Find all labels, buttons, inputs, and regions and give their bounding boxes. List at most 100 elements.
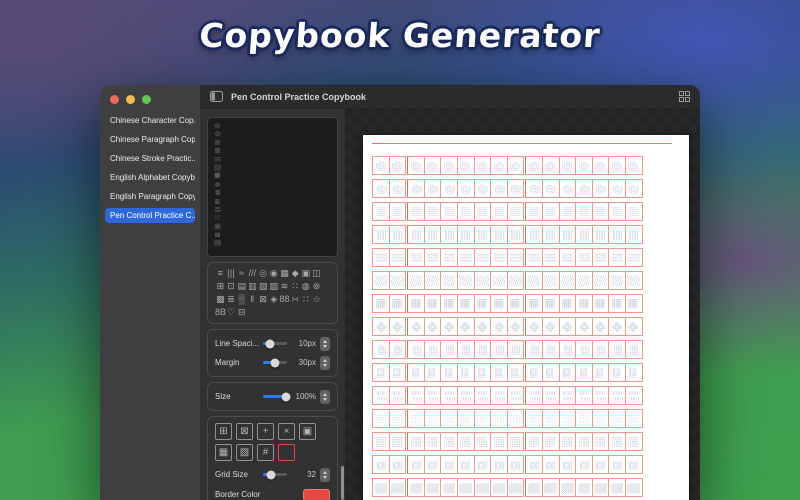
practice-cell — [541, 317, 560, 336]
pattern-palette-item[interactable]: ▦ — [279, 267, 290, 280]
pattern-palette-item[interactable]: ▩ — [215, 293, 226, 306]
pattern-palette-item[interactable]: ▣ — [301, 267, 312, 280]
pattern-palette-item[interactable]: ≋ — [279, 280, 290, 293]
pattern-palette-item[interactable]: ♡ — [226, 306, 237, 319]
hui-grid-option[interactable]: ▣ — [299, 423, 316, 440]
practice-cell — [558, 478, 577, 497]
line-spacing-stepper[interactable] — [320, 336, 330, 351]
practice-cell — [473, 478, 492, 497]
nine-grid-option[interactable]: ▦ — [215, 444, 232, 461]
panel-scrollbar[interactable] — [341, 466, 344, 500]
sidebar-item[interactable]: English Alphabet Copyb... — [105, 170, 195, 185]
pattern-palette-item[interactable]: ⊡ — [226, 280, 237, 293]
pattern-grid-icon[interactable] — [677, 91, 691, 103]
cross-grid-option[interactable]: + — [257, 423, 274, 440]
practice-cell — [423, 363, 442, 382]
practice-cell — [506, 156, 525, 175]
practice-cell — [541, 248, 560, 267]
sidebar-item[interactable]: English Paragraph Copy... — [105, 189, 195, 204]
practice-cell — [440, 317, 458, 336]
sidebar-item[interactable]: Pen Control Practice C... — [105, 208, 195, 223]
pattern-palette-item[interactable]: ◉ — [268, 267, 279, 280]
sidebar-toggle-icon[interactable] — [209, 91, 223, 103]
grid-size-stepper[interactable] — [320, 467, 330, 482]
border-color-swatch[interactable] — [303, 488, 330, 500]
jing-grid-option[interactable]: # — [257, 444, 274, 461]
practice-cell — [388, 294, 407, 313]
margin-stepper[interactable] — [320, 355, 330, 370]
pattern-palette-item[interactable]: ☆ — [311, 293, 322, 306]
grid-size-slider[interactable] — [263, 470, 287, 479]
pattern-palette-item[interactable]: ▤ — [236, 280, 247, 293]
close-button[interactable] — [110, 95, 119, 104]
blank-grid-option[interactable] — [278, 444, 295, 461]
practice-cell — [440, 271, 458, 290]
zoom-button[interactable] — [142, 95, 151, 104]
minimize-button[interactable] — [126, 95, 135, 104]
x-grid-option[interactable]: × — [278, 423, 295, 440]
pattern-thumbnail-preview — [207, 117, 338, 257]
pattern-palette-item[interactable]: ▒ — [236, 293, 247, 306]
pattern-palette-item[interactable]: ◫ — [311, 267, 322, 280]
pattern-palette-item[interactable]: ∷ — [301, 293, 312, 306]
practice-cell — [490, 386, 508, 405]
size-stepper[interactable] — [320, 389, 330, 404]
pattern-palette-item[interactable]: ≈ — [236, 267, 247, 280]
practice-cell — [456, 386, 475, 405]
size-slider[interactable] — [263, 392, 291, 401]
practice-cell — [575, 271, 593, 290]
practice-cell — [456, 363, 475, 382]
pattern-palette-item[interactable]: ▥ — [247, 280, 258, 293]
pattern-palette-item[interactable]: ◈ — [268, 293, 279, 306]
sidebar-item[interactable]: Chinese Stroke Practic... — [105, 151, 195, 166]
sidebar-item[interactable]: Chinese Character Cop... — [105, 113, 195, 128]
pattern-palette-item[interactable]: ||| — [226, 267, 237, 280]
pattern-palette-item[interactable]: 8B — [215, 306, 226, 319]
pattern-palette-item[interactable]: ◎ — [258, 267, 269, 280]
practice-cell — [407, 340, 425, 359]
pattern-palette-item[interactable]: ⊟ — [236, 306, 247, 319]
practice-cell — [423, 455, 442, 474]
practice-cell — [608, 409, 626, 428]
pattern-palette-item[interactable]: ▧ — [258, 280, 269, 293]
pattern-palette-item[interactable]: ◆ — [290, 267, 301, 280]
pattern-palette-item[interactable]: ⊚ — [311, 280, 322, 293]
practice-cell — [541, 455, 560, 474]
pattern-palette-item[interactable]: ◍ — [301, 280, 312, 293]
practice-cell — [490, 271, 508, 290]
mi-grid-option[interactable]: ⊠ — [236, 423, 253, 440]
practice-cell — [388, 248, 407, 267]
pattern-palette-item[interactable]: ∷ — [290, 280, 301, 293]
practice-cell — [608, 271, 626, 290]
pattern-palette-item[interactable]: ≡ — [215, 267, 226, 280]
practice-cell — [608, 156, 626, 175]
size-control-box: Size 100% — [207, 382, 338, 411]
margin-slider[interactable] — [263, 358, 287, 367]
practice-cell — [558, 363, 577, 382]
pattern-palette-item[interactable]: ⊞ — [215, 280, 226, 293]
pattern-palette-item[interactable]: ‖ — [247, 293, 258, 306]
pattern-palette-item[interactable]: ≣ — [226, 293, 237, 306]
pattern-palette-item[interactable]: /// — [247, 267, 258, 280]
practice-cell — [388, 409, 407, 428]
line-spacing-value: 10px — [298, 339, 316, 348]
practice-cell — [372, 248, 390, 267]
practice-cell — [624, 478, 643, 497]
pattern-palette-item[interactable]: 88 — [279, 293, 290, 306]
practice-cell — [490, 225, 508, 244]
practice-cell — [388, 340, 407, 359]
diagonal-grid-option[interactable]: ▧ — [236, 444, 253, 461]
practice-cell — [591, 271, 610, 290]
practice-cell — [506, 386, 525, 405]
pattern-palette-item[interactable]: ∺ — [290, 293, 301, 306]
pattern-row-bars — [372, 386, 689, 405]
practice-cell — [558, 455, 577, 474]
pattern-palette-item[interactable]: ⊠ — [258, 293, 269, 306]
sidebar-item[interactable]: Chinese Paragraph Cop... — [105, 132, 195, 147]
line-spacing-slider[interactable] — [263, 339, 287, 348]
tian-grid-option[interactable]: ⊞ — [215, 423, 232, 440]
practice-cell — [388, 478, 407, 497]
practice-cell — [388, 179, 407, 198]
pattern-palette-item[interactable]: ▨ — [268, 280, 279, 293]
practice-cell — [575, 317, 593, 336]
